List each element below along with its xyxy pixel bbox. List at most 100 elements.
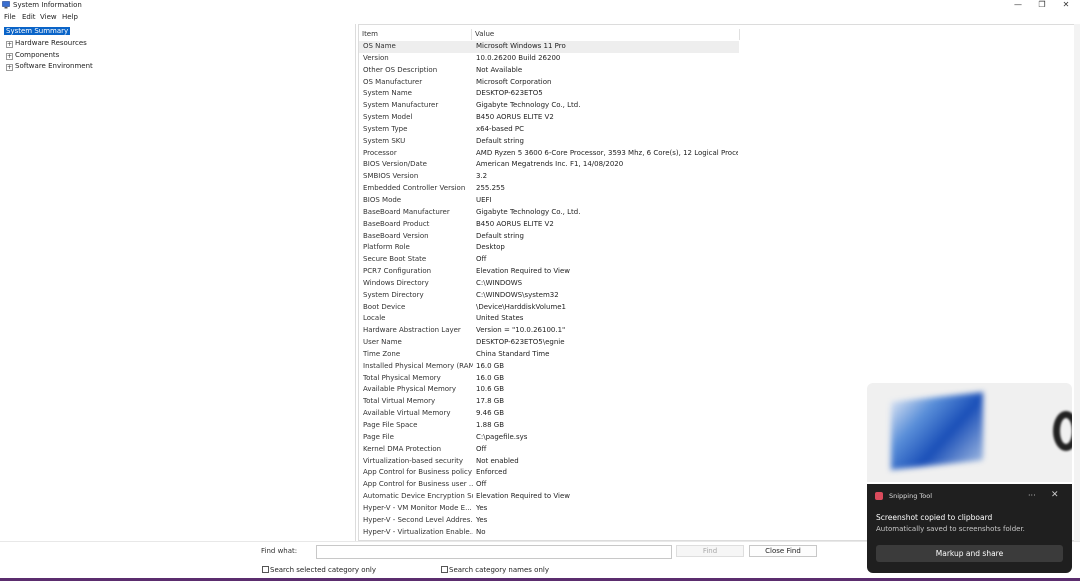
menu-file[interactable]: File <box>4 12 16 22</box>
search-selected-category-checkbox[interactable]: Search selected category only <box>262 566 376 575</box>
table-row[interactable]: System Name DESKTOP-623ETO5 <box>359 88 739 100</box>
value-cell: DESKTOP-623ETO5 <box>476 89 543 98</box>
table-row[interactable]: Embedded Controller Version 255.255 <box>359 183 739 195</box>
table-row[interactable]: BIOS Version/Date American Megatrends Inc… <box>359 159 739 171</box>
table-row[interactable]: OS Manufacturer Microsoft Corporation <box>359 77 739 89</box>
tree-item-software-environment[interactable]: + Software Environment <box>6 62 93 71</box>
value-cell: DESKTOP-623ETO5\egnie <box>476 338 565 347</box>
expand-icon[interactable]: + <box>6 53 13 60</box>
table-row[interactable]: SMBIOS Version 3.2 <box>359 171 739 183</box>
table-row[interactable]: Boot Device \Device\HarddiskVolume1 <box>359 302 739 314</box>
table-row[interactable]: Automatic Device Encryption Su... Elevati… <box>359 491 739 503</box>
value-cell: 1.88 GB <box>476 421 505 429</box>
value-cell: Microsoft Windows 11 Pro <box>476 42 566 50</box>
menu-view[interactable]: View <box>40 12 57 22</box>
table-row[interactable]: Windows Directory C:\WINDOWS <box>359 278 739 290</box>
markup-and-share-button[interactable]: Markup and share <box>876 545 1063 562</box>
table-row[interactable]: Time Zone China Standard Time <box>359 349 739 361</box>
table-row[interactable]: Available Physical Memory 10.6 GB <box>359 384 739 396</box>
table-row[interactable]: Locale United States <box>359 313 739 325</box>
screenshot-thumbnail[interactable] <box>867 383 1072 482</box>
column-header-value[interactable]: Value <box>472 29 740 40</box>
table-row[interactable]: Total Virtual Memory 17.8 GB <box>359 396 739 408</box>
table-row[interactable]: Hardware Abstraction Layer Version = "10.… <box>359 325 739 337</box>
table-row[interactable]: Platform Role Desktop <box>359 242 739 254</box>
table-row[interactable]: Page File C:\pagefile.sys <box>359 432 739 444</box>
system-info-icon <box>2 1 10 9</box>
table-row[interactable]: System Directory C:\WINDOWS\system32 <box>359 290 739 302</box>
item-cell: User Name <box>363 338 402 347</box>
restore-button[interactable]: ❐ <box>1030 0 1054 11</box>
close-window-button[interactable]: ✕ <box>1054 0 1078 11</box>
table-row[interactable]: Hyper-V - Virtualization Enable... No <box>359 527 739 539</box>
table-row[interactable]: BaseBoard Product B450 AORUS ELITE V2 <box>359 219 739 231</box>
item-cell: SMBIOS Version <box>363 172 419 181</box>
table-row[interactable]: Installed Physical Memory (RAM) 16.0 GB <box>359 361 739 373</box>
table-row[interactable]: Hyper-V - Second Level Addres... Yes <box>359 515 739 527</box>
value-cell: B450 AORUS ELITE V2 <box>476 219 554 228</box>
more-options-icon[interactable]: ··· <box>1028 491 1036 500</box>
table-row[interactable]: Page File Space 1.88 GB <box>359 420 739 432</box>
menu-bar: File Edit View Help <box>0 12 1080 22</box>
expand-icon[interactable]: + <box>6 64 13 71</box>
toast-subtitle: Automatically saved to screenshots folde… <box>876 525 1025 533</box>
table-row[interactable]: Version 10.0.26200 Build 26200 <box>359 53 739 65</box>
checkbox-box[interactable] <box>262 566 269 573</box>
table-row[interactable]: Available Virtual Memory 9.46 GB <box>359 408 739 420</box>
value-cell: 3.2 <box>476 172 488 181</box>
title-bar: System Information — ❐ ✕ <box>0 0 1080 11</box>
table-row[interactable]: App Control for Business user ... Off <box>359 479 739 491</box>
value-cell: Off <box>476 480 487 489</box>
table-row[interactable]: Hyper-V - VM Monitor Mode E... Yes <box>359 503 739 515</box>
item-cell: App Control for Business user ... <box>363 480 473 489</box>
column-header-item[interactable]: Item <box>359 29 472 40</box>
table-row[interactable]: Virtualization-based security Not enabled <box>359 456 739 468</box>
table-row[interactable]: System Manufacturer Gigabyte Technology C… <box>359 100 739 112</box>
category-tree[interactable]: System Summary + Hardware Resources + Comp… <box>2 24 356 541</box>
table-row[interactable]: Kernel DMA Protection Off <box>359 444 739 456</box>
table-row[interactable]: Processor AMD Ryzen 5 3600 6-Core Process… <box>359 148 739 160</box>
value-cell: Off <box>476 444 487 453</box>
item-cell: Time Zone <box>363 349 401 358</box>
table-row[interactable]: Other OS Description Not Available <box>359 65 739 77</box>
item-cell: OS Name <box>363 42 396 50</box>
table-row[interactable]: System SKU Default string <box>359 136 739 148</box>
table-row[interactable]: App Control for Business policy Enforced <box>359 467 739 479</box>
table-row[interactable]: User Name DESKTOP-623ETO5\egnie <box>359 337 739 349</box>
find-what-label: Find what: <box>261 547 298 555</box>
vertical-scrollbar[interactable] <box>1074 24 1080 541</box>
table-row[interactable]: Total Physical Memory 16.0 GB <box>359 373 739 385</box>
toast-close-icon[interactable]: ✕ <box>1051 490 1059 500</box>
table-row[interactable]: PCR7 Configuration Elevation Required to … <box>359 266 739 278</box>
find-input[interactable] <box>316 545 672 559</box>
tree-item-hardware-resources[interactable]: + Hardware Resources <box>6 39 87 48</box>
menu-edit[interactable]: Edit <box>22 12 36 22</box>
table-row[interactable]: System Type x64-based PC <box>359 124 739 136</box>
menu-help[interactable]: Help <box>62 12 78 22</box>
table-row[interactable]: OS Name Microsoft Windows 11 Pro <box>359 41 739 53</box>
item-cell: Embedded Controller Version <box>363 184 466 193</box>
monitor-thumbnail-image <box>891 392 983 470</box>
checkbox-box[interactable] <box>441 566 448 573</box>
search-category-names-checkbox[interactable]: Search category names only <box>441 566 549 575</box>
expand-icon[interactable]: + <box>6 41 13 48</box>
find-button[interactable]: Find <box>676 545 744 557</box>
tree-item-system-summary[interactable]: System Summary <box>4 27 71 36</box>
table-row[interactable]: Secure Boot State Off <box>359 254 739 266</box>
table-row[interactable]: BaseBoard Manufacturer Gigabyte Technolog… <box>359 207 739 219</box>
tree-item-label: System Summary <box>4 27 71 35</box>
close-find-button[interactable]: Close Find <box>749 545 817 557</box>
table-row[interactable]: BIOS Mode UEFI <box>359 195 739 207</box>
value-cell: B450 AORUS ELITE V2 <box>476 113 554 122</box>
value-cell: Elevation Required to View <box>476 267 570 276</box>
value-cell: Gigabyte Technology Co., Ltd. <box>476 101 581 110</box>
minimize-button[interactable]: — <box>1006 0 1030 11</box>
item-cell: Hyper-V - VM Monitor Mode E... <box>363 503 472 512</box>
tree-item-components[interactable]: + Components <box>6 51 59 60</box>
table-row[interactable]: BaseBoard Version Default string <box>359 231 739 243</box>
snipping-tool-notification[interactable]: Snipping Tool ··· ✕ Screenshot copied to… <box>867 484 1072 573</box>
table-row[interactable]: System Model B450 AORUS ELITE V2 <box>359 112 739 124</box>
window-title: System Information <box>13 1 82 9</box>
item-cell: Available Physical Memory <box>363 385 457 394</box>
gear-thumbnail-image <box>1053 411 1072 451</box>
